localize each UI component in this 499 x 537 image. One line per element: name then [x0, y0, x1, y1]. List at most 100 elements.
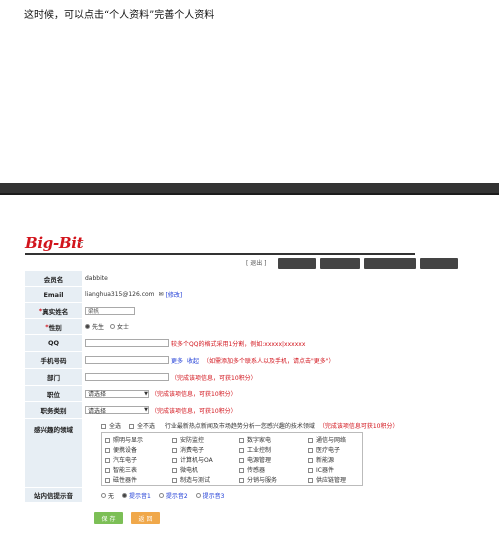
- row-username: 会员名 dabbite: [25, 271, 463, 287]
- username-value: dabbite: [85, 275, 108, 282]
- row-interest: 感兴趣的领域 全选 全不选 行业最新热点新闻及市场趋势分析一您感兴趣的技术领域 …: [25, 419, 463, 488]
- interest-item[interactable]: IC器件: [308, 465, 334, 474]
- interest-checkbox[interactable]: [105, 458, 110, 463]
- sound-2-link[interactable]: 提示音2: [166, 491, 188, 500]
- position-type-label: 职务类别: [40, 407, 67, 415]
- select-none-checkbox[interactable]: [128, 424, 134, 429]
- interest-checkbox[interactable]: [105, 478, 110, 483]
- interest-item[interactable]: 工业控制: [239, 445, 271, 454]
- interest-grid: 照明与显示 安防监控 数字家电 通信与网络 便携设备 消费电子 工业控制 医疗电…: [101, 432, 363, 486]
- interest-item[interactable]: 微电机: [172, 465, 198, 474]
- gender-radio-male[interactable]: [85, 324, 90, 329]
- interest-checkbox[interactable]: [308, 478, 313, 483]
- select-all-label: 全选: [109, 423, 122, 430]
- interest-item[interactable]: 智能三表: [105, 465, 137, 474]
- interest-item[interactable]: 汽车电子: [105, 455, 137, 464]
- interest-item[interactable]: 分销与服务: [239, 475, 277, 484]
- save-button[interactable]: 保 存: [94, 512, 123, 524]
- interest-checkbox[interactable]: [308, 458, 313, 463]
- profile-form: 会员名 dabbite Email lianghua315@126.com ✉ …: [25, 271, 463, 503]
- interest-checkbox[interactable]: [308, 448, 313, 453]
- sitemsg-radio-none[interactable]: [101, 492, 106, 498]
- sitemsg-label: 站内信提示音: [34, 492, 73, 500]
- dept-label: 部门: [47, 374, 60, 382]
- position-select[interactable]: 请选择 ▼: [85, 389, 149, 398]
- sitemsg-radio-1[interactable]: [122, 492, 128, 498]
- sitemsg-radio-3[interactable]: [195, 492, 201, 498]
- interest-checkbox[interactable]: [172, 458, 177, 463]
- dept-hint: （完成该项信息，可获10积分）: [171, 374, 257, 382]
- interest-item[interactable]: 医疗电子: [308, 445, 340, 454]
- interest-item[interactable]: 新能源: [308, 455, 334, 464]
- position-type-select[interactable]: 请选择 ▼: [85, 406, 149, 415]
- interest-hint: （完成该项信息可获10积分）: [318, 423, 399, 430]
- select-all-checkbox[interactable]: [101, 424, 106, 429]
- gender-option-male: 先生: [92, 324, 105, 331]
- sound-3-link[interactable]: 提示音3: [203, 491, 225, 500]
- interest-item[interactable]: 消费电子: [172, 445, 204, 454]
- interest-checkbox[interactable]: [308, 438, 313, 443]
- email-value: lianghua315@126.com: [85, 291, 155, 298]
- interest-item[interactable]: 电源管理: [239, 455, 271, 464]
- interest-checkbox[interactable]: [172, 468, 177, 473]
- qq-hint: 较多个QQ的格式采用1分割，例如:xxxxx|xxxxxx: [171, 340, 306, 348]
- logout-link[interactable]: [ 退出 ]: [246, 258, 272, 269]
- interest-item[interactable]: 制造与测试: [172, 475, 210, 484]
- position-type-hint: （完成该项信息，可获10积分）: [151, 407, 237, 415]
- collapse-link[interactable]: 收起: [187, 356, 199, 365]
- interest-checkbox[interactable]: [239, 448, 244, 453]
- row-gender: * 性别 先生 女士: [25, 319, 463, 335]
- interest-item[interactable]: 通信与网络: [308, 435, 346, 444]
- interest-checkbox[interactable]: [172, 478, 177, 483]
- interest-checkbox[interactable]: [239, 458, 244, 463]
- interest-checkbox[interactable]: [239, 468, 244, 473]
- interest-item[interactable]: 数字家电: [239, 435, 271, 444]
- select-none-label: 全不选: [136, 423, 155, 430]
- interest-item[interactable]: 计算机与OA: [172, 455, 213, 464]
- nav-button-4[interactable]: [420, 258, 458, 269]
- interest-checkbox[interactable]: [172, 448, 177, 453]
- row-mobile: 手机号码 更多 收起 （如需添加多个联系人以及手机，请点击"更多"）: [25, 352, 463, 369]
- back-button[interactable]: 返 回: [131, 512, 160, 524]
- sitemsg-radio-2[interactable]: [158, 492, 164, 498]
- gender-radio-female[interactable]: [110, 324, 116, 329]
- nav-button-1[interactable]: [278, 258, 316, 269]
- position-hint: （完成该项信息，可获10积分）: [151, 391, 237, 398]
- interest-checkbox[interactable]: [105, 448, 110, 453]
- row-qq: QQ 较多个QQ的格式采用1分割，例如:xxxxx|xxxxxx: [25, 335, 463, 352]
- qq-label: QQ: [47, 339, 60, 347]
- interest-checkbox[interactable]: [105, 468, 110, 473]
- interest-item[interactable]: 磁性器件: [105, 475, 137, 484]
- interest-desc: 行业最新热点新闻及市场趋势分析一您感兴趣的技术领域: [164, 423, 315, 430]
- mobile-input[interactable]: [85, 356, 169, 364]
- interest-checkbox[interactable]: [172, 438, 177, 443]
- top-section: 这时候，可以点击“个人资料”完善个人资料: [0, 0, 499, 183]
- interest-item[interactable]: 供应链管理: [308, 475, 346, 484]
- row-sitemsg: 站内信提示音 无 提示音1 提示音2 提示音3: [25, 488, 463, 503]
- nav-button-2[interactable]: [320, 258, 360, 269]
- mobile-label: 手机号码: [40, 357, 67, 365]
- sound-1-link[interactable]: 提示音1: [129, 491, 151, 500]
- interest-checkbox[interactable]: [105, 438, 110, 443]
- interest-item[interactable]: 照明与显示: [105, 435, 143, 444]
- more-link[interactable]: 更多: [171, 356, 183, 365]
- mobile-hint: （如需添加多个联系人以及手机，请点击"更多"）: [203, 357, 335, 365]
- email-edit-link[interactable]: [修改]: [166, 290, 183, 299]
- interest-checkbox[interactable]: [308, 468, 313, 473]
- interest-checkbox[interactable]: [239, 478, 244, 483]
- interest-item[interactable]: 传感器: [239, 465, 265, 474]
- interest-item[interactable]: 安防监控: [172, 435, 204, 444]
- dept-input[interactable]: [85, 373, 169, 381]
- interest-item[interactable]: 便携设备: [105, 445, 137, 454]
- gender-option-female: 女士: [117, 324, 130, 331]
- header-rule: [25, 253, 415, 255]
- qq-input[interactable]: [85, 339, 169, 347]
- row-email: Email lianghua315@126.com ✉ [修改]: [25, 287, 463, 303]
- logo-mark: [79, 242, 83, 243]
- row-position-type: 职务类别 请选择 ▼ （完成该项信息，可获10积分）: [25, 402, 463, 419]
- nav-button-3[interactable]: [364, 258, 416, 269]
- interest-label: 感兴趣的领域: [34, 426, 73, 434]
- site-logo[interactable]: Big-Bit: [25, 234, 84, 252]
- realname-input[interactable]: 梁帆: [85, 306, 135, 315]
- interest-checkbox[interactable]: [239, 438, 244, 443]
